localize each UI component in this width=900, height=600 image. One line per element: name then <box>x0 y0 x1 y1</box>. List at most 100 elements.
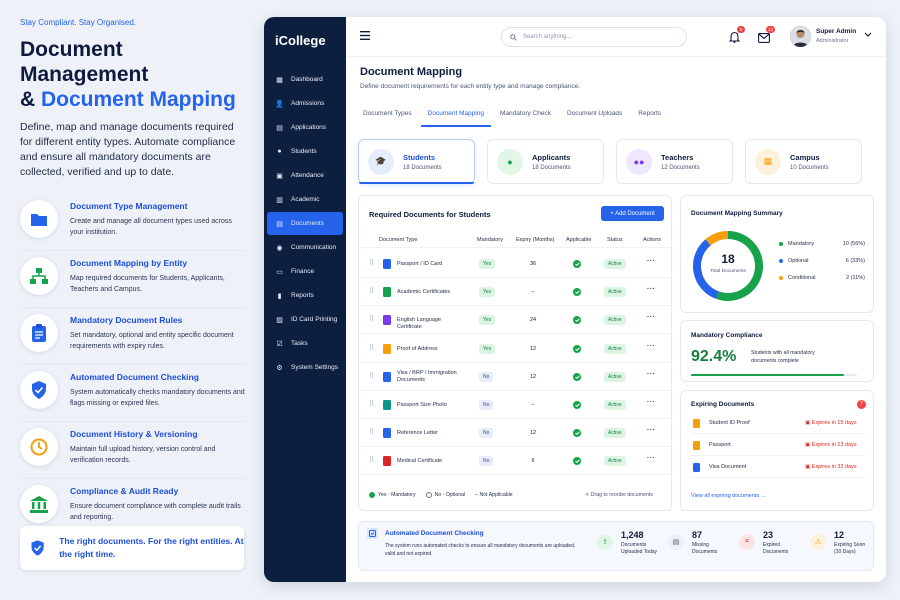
clock-icon <box>20 428 58 466</box>
expiring-item[interactable]: Passport ▣ Expires in 23 days <box>691 436 865 456</box>
expiry-value: 12 <box>529 345 537 352</box>
menu-icon[interactable] <box>360 31 370 40</box>
more-actions-icon[interactable]: ··· <box>647 371 656 378</box>
entity-card-campus[interactable]: ▦ Campus 10 Documents <box>745 139 862 184</box>
col-expiry: Expiry (Months) <box>516 237 555 243</box>
donut-total: 18 <box>721 252 735 266</box>
tab-document-uploads[interactable]: Document Uploads <box>560 105 629 127</box>
calendar-icon: ▣ <box>805 464 812 470</box>
sidebar-item-label: Reports <box>291 292 314 299</box>
check-icon <box>573 457 581 466</box>
sidebar-item-attendance[interactable]: ▣ Attendance <box>267 164 343 187</box>
more-actions-icon[interactable]: ··· <box>647 258 656 265</box>
sidebar-item-applications[interactable]: ▤ Applications <box>267 116 343 139</box>
expiring-item[interactable]: Student ID Proof ▣ Expires in 15 days <box>691 414 865 434</box>
chevron-down-icon[interactable] <box>864 32 872 38</box>
check-icon <box>573 429 581 438</box>
document-name: Visa / BRP / Immigration Documents <box>397 369 457 383</box>
status-badge: Active <box>604 343 626 354</box>
more-actions-icon[interactable]: ··· <box>647 286 656 293</box>
stat-label-1: Expiring Soon <box>834 542 866 548</box>
search-input[interactable]: Search anything... <box>501 27 687 47</box>
notification-badge: 5 <box>737 26 745 33</box>
more-actions-icon[interactable]: ··· <box>647 343 656 350</box>
compliance-desc: Students with all mandatory documents co… <box>751 350 815 364</box>
more-actions-icon[interactable]: ··· <box>647 314 656 321</box>
col-actions: Actions <box>643 237 662 243</box>
expiry-value: – <box>531 402 535 408</box>
more-actions-icon[interactable]: ··· <box>647 427 656 434</box>
drag-handle-icon[interactable]: ⠿ <box>369 429 374 436</box>
hero-title-line1: Document Management <box>20 38 149 86</box>
mail-icon <box>758 33 770 43</box>
check-icon <box>369 492 375 498</box>
sidebar-item-documents[interactable]: ▤ Documents <box>267 212 343 235</box>
tab-reports[interactable]: Reports <box>631 105 668 127</box>
stat-value: 23 <box>763 530 774 540</box>
legend-dot <box>779 242 783 246</box>
drag-handle-icon[interactable]: ⠿ <box>369 316 374 323</box>
expiring-when: ▣ Expires in 23 days <box>805 442 857 448</box>
sidebar-item-finance[interactable]: ▭ Finance <box>267 260 343 283</box>
sidebar-item-tasks[interactable]: ☑ Tasks <box>267 332 343 355</box>
stat-label-1: Missing <box>692 542 709 548</box>
document-icon <box>383 343 391 354</box>
automated-checking-card: Automated Document Checking The system r… <box>358 521 874 571</box>
messages-button[interactable]: 12 <box>758 26 775 48</box>
add-document-button[interactable]: + Add Document <box>601 206 664 221</box>
sidebar-item-academic[interactable]: ▥ Academic <box>267 188 343 211</box>
tab-mandatory-check[interactable]: Mandatory Check <box>493 105 558 127</box>
sidebar-item-admissions[interactable]: 👤 Admissions <box>267 92 343 115</box>
dash-circle-icon <box>425 492 432 498</box>
stat-value: 87 <box>692 530 703 540</box>
tab-document-mapping[interactable]: Document Mapping <box>420 105 492 127</box>
sidebar-item-dashboard[interactable]: ▦ Dashboard <box>267 68 343 91</box>
document-name: Proof of Address <box>397 345 438 352</box>
automated-desc: The system runs automated checks to ensu… <box>385 543 576 557</box>
legend-yes: Yes - Mandatory <box>378 492 416 498</box>
check-icon <box>573 288 581 297</box>
sidebar-item-reports[interactable]: ▮ Reports <box>267 284 343 307</box>
drag-handle-icon[interactable]: ⠿ <box>369 401 374 408</box>
table-row: ⠿ Visa / BRP / Immigration Documents No … <box>359 363 671 391</box>
avatar[interactable] <box>790 26 811 47</box>
sidebar-item-communication[interactable]: ◉ Communication <box>267 236 343 259</box>
tagline: Stay Compliant. Stay Organised. <box>20 18 137 27</box>
status-badge: Active <box>604 428 626 439</box>
drag-handle-icon[interactable]: ⠿ <box>369 457 374 464</box>
mandatory-pill: Yes <box>479 259 496 269</box>
entity-card-applicants[interactable]: ● Applicants 18 Documents <box>487 139 604 184</box>
view-all-expiring-link[interactable]: View all expiring documents → <box>691 493 766 499</box>
entity-card-teachers[interactable]: ●● Teachers 12 Documents <box>616 139 733 184</box>
expiring-item[interactable]: Visa Document ▣ Expires in 32 days <box>691 458 865 478</box>
summary-legend-item: Mandatory 10 (56%) <box>779 241 865 247</box>
message-badge: 12 <box>765 26 775 33</box>
expiring-when-text: Expires in 15 days <box>811 420 857 426</box>
entity-card-students[interactable]: 🎓 Students 18 Documents <box>358 139 475 184</box>
sidebar-item-label: Attendance <box>291 172 324 179</box>
more-actions-icon[interactable]: ··· <box>647 399 656 406</box>
col-applicable: Applicable <box>566 237 592 243</box>
sidebar-item-system-settings[interactable]: ⚙ System Settings <box>267 356 343 379</box>
bank-icon <box>20 485 58 523</box>
compliance-value: 92.4% <box>691 348 737 365</box>
file-icon: ▤ <box>276 124 283 132</box>
drag-handle-icon[interactable]: ⠿ <box>369 373 374 380</box>
drag-handle-icon[interactable]: ⠿ <box>369 288 374 295</box>
expiry-value: – <box>531 289 535 296</box>
more-actions-icon[interactable]: ··· <box>647 455 656 462</box>
sidebar-item-students[interactable]: ● Students <box>267 140 343 163</box>
user-role: Administrator <box>816 38 849 44</box>
drag-hint: ✥ Drag to reorder documents <box>585 492 653 498</box>
tab-document-types[interactable]: Document Types <box>356 105 419 127</box>
sidebar-item-label: Academic <box>291 196 320 203</box>
drag-handle-icon[interactable]: ⠿ <box>369 260 374 267</box>
notifications-button[interactable]: 5 <box>728 26 745 48</box>
check-icon <box>573 344 581 353</box>
sidebar-item-label: Dashboard <box>291 76 323 83</box>
sidebar-item-id-card-printing[interactable]: ▨ ID Card Printing <box>267 308 343 331</box>
main-content: Search anything... 5 12 Super Admin Admi… <box>346 17 886 582</box>
drag-handle-icon[interactable]: ⠿ <box>369 345 374 352</box>
sidebar: iCollege ▦ Dashboard 👤 Admissions ▤ Appl… <box>264 17 346 582</box>
feature-title: Document Mapping by Entity <box>70 258 188 268</box>
